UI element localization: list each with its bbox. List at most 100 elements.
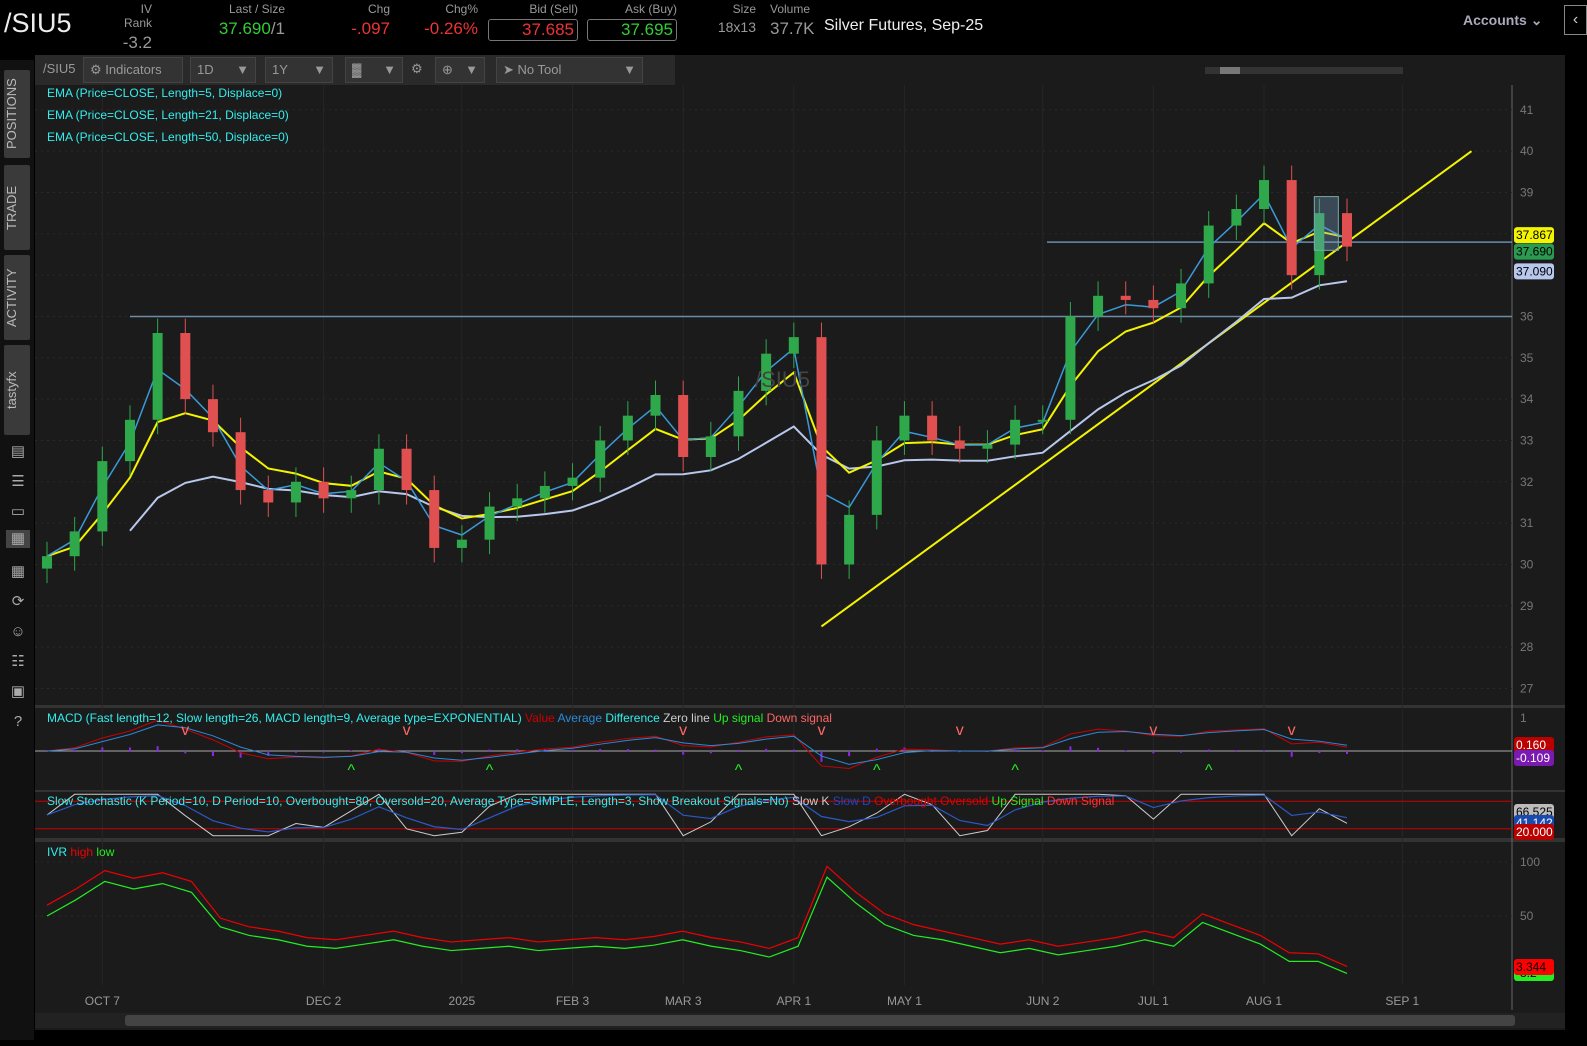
macd-histogram-bar [128, 747, 131, 752]
tab-trade[interactable]: TRADE [4, 165, 30, 250]
legend-slow-d: Slow D [832, 794, 871, 808]
history-icon[interactable]: ⟳ [9, 593, 27, 611]
ema50-tag: 37.090 [1516, 264, 1553, 278]
bid[interactable]: Bid (Sell) 37.685 [488, 2, 578, 41]
macd-title[interactable]: MACD (Fast length=12, Slow length=26, MA… [47, 711, 832, 725]
bid-button[interactable]: 37.685 [488, 19, 578, 41]
candle [788, 337, 799, 354]
candle [678, 395, 689, 457]
legend-value: Value [525, 711, 555, 725]
people-icon[interactable]: ☺ [9, 623, 27, 641]
y-tick-label: 33 [1520, 433, 1534, 447]
candlestick-icon: ▓ [352, 62, 362, 77]
zoom-thumb[interactable] [1220, 67, 1240, 74]
macd-histogram-bar [460, 751, 463, 754]
tv-icon[interactable]: ▭ [9, 503, 27, 521]
symbol[interactable]: /SIU5 [4, 8, 72, 39]
tab-tastyfx[interactable]: tastyfx [4, 345, 30, 435]
candle [318, 481, 329, 499]
macd-histogram-bar [433, 751, 436, 755]
indicators-label: Indicators [105, 62, 162, 77]
range-select[interactable]: 1Y ▼ [265, 57, 333, 83]
chevron-down-icon: ⌄ [1530, 12, 1543, 28]
accounts-menu[interactable]: Accounts ⌄ [1463, 12, 1542, 29]
ivr-tick-label: 50 [1520, 909, 1534, 923]
chart-style-select[interactable]: ▓ ▼ [345, 57, 403, 83]
settings-icon[interactable]: ⚙ [405, 57, 429, 83]
zoom-scrollbar[interactable] [1205, 67, 1403, 74]
macd-histogram-bar [1318, 751, 1321, 754]
value: 18x13 [717, 19, 756, 35]
y-tick-label: 36 [1520, 309, 1534, 323]
study-ema21[interactable]: EMA (Price=CLOSE, Length=21, Displace=0) [47, 108, 289, 122]
macd-histogram-bar [571, 749, 574, 752]
chart-icon[interactable]: ▤ [9, 443, 27, 461]
ask[interactable]: Ask (Buy) 37.695 [587, 2, 677, 41]
chart-panel: 272829303132333435363738394041OCT 7DEC 2… [35, 55, 1565, 1030]
chart-canvas[interactable]: 272829303132333435363738394041OCT 7DEC 2… [35, 55, 1565, 1030]
label: Chg [367, 2, 390, 16]
tab-activity[interactable]: ACTIVITY [4, 255, 30, 340]
description: Silver Futures, Sep-25 [824, 17, 984, 34]
x-tick-label: JUL 1 [1138, 994, 1169, 1008]
tab-positions[interactable]: POSITIONS [4, 70, 30, 158]
x-tick-label: DEC 2 [306, 994, 342, 1008]
study-ema50[interactable]: EMA (Price=CLOSE, Length=50, Displace=0) [47, 130, 289, 144]
drawing-select[interactable]: ⊕ ▼ [435, 57, 485, 83]
aggregation-select[interactable]: 1D ▼ [190, 57, 256, 83]
left-rail: POSITIONS TRADE ACTIVITY tastyfx ▤ ☰ ▭ ▦… [0, 60, 34, 1040]
change-pct: Chg% -0.26% [410, 2, 478, 39]
grid-chart-icon[interactable]: ▦ [6, 530, 30, 548]
pane-divider [35, 705, 1565, 708]
legend-down-signal: Down signal [766, 711, 832, 725]
ivr-label: IVR [47, 845, 68, 859]
fx-icon[interactable]: ▣ [9, 683, 27, 701]
study-ema5[interactable]: EMA (Price=CLOSE, Length=5, Displace=0) [47, 86, 282, 100]
indicators-button[interactable]: ⚙ Indicators [83, 57, 183, 83]
macd-histogram-bar [709, 751, 712, 754]
up-signal-icon: ^ [347, 762, 355, 779]
ivr-tick-label: 100 [1520, 855, 1540, 869]
legend-overbought: Overbought [874, 794, 937, 808]
candle [373, 448, 384, 491]
last-value: 37.690 [218, 19, 271, 38]
quote-bar: /SIU5 IV Rank -3.2 Last / Size 37.690/1 Ch… [0, 0, 1587, 52]
legend-oversold: Oversold [940, 794, 989, 808]
ivr-title[interactable]: IVR high low [47, 845, 114, 859]
macd-histogram-bar [1207, 749, 1210, 752]
gear-icon: ⚙ [90, 62, 102, 77]
dropdown-icon: ▼ [236, 62, 249, 77]
label: Bid (Sell) [529, 2, 578, 16]
dropdown-icon: ▼ [623, 62, 636, 77]
y-tick-label: 31 [1520, 516, 1534, 530]
list-icon[interactable]: ☰ [9, 473, 27, 491]
down-signal-icon: v [956, 722, 964, 739]
pane-divider [35, 790, 1565, 792]
stoch-title[interactable]: Slow Stochastic (K Period=10, D Period=1… [47, 794, 1114, 808]
ask-button[interactable]: 37.695 [587, 19, 677, 41]
calendar-icon[interactable]: ☷ [9, 653, 27, 671]
candle [650, 395, 661, 416]
macd-histogram-bar [737, 749, 740, 752]
candle [1342, 213, 1352, 247]
tool-select[interactable]: ➤ No Tool ▼ [496, 57, 643, 83]
legend-high: high [70, 845, 94, 859]
size: Size 18x13 [712, 2, 756, 35]
macd-histogram-bar [1290, 751, 1293, 757]
help-icon[interactable]: ? [9, 713, 27, 731]
collapse-button[interactable]: ‹ [1564, 5, 1587, 35]
candle [567, 477, 578, 486]
candle [1176, 283, 1187, 309]
range-value: 1Y [272, 62, 288, 77]
candle [429, 490, 440, 548]
macd-histogram-bar [184, 751, 187, 754]
macd-histogram-bar [322, 751, 325, 753]
x-tick-label: MAR 3 [665, 994, 702, 1008]
h-scrollbar-thumb[interactable] [125, 1015, 1515, 1026]
candle [899, 415, 910, 441]
tool-value: No Tool [517, 62, 562, 77]
y-tick-label: 29 [1520, 599, 1534, 613]
tiles-icon[interactable]: ▦ [9, 563, 27, 581]
label: Size [732, 2, 756, 16]
candle [152, 333, 163, 420]
